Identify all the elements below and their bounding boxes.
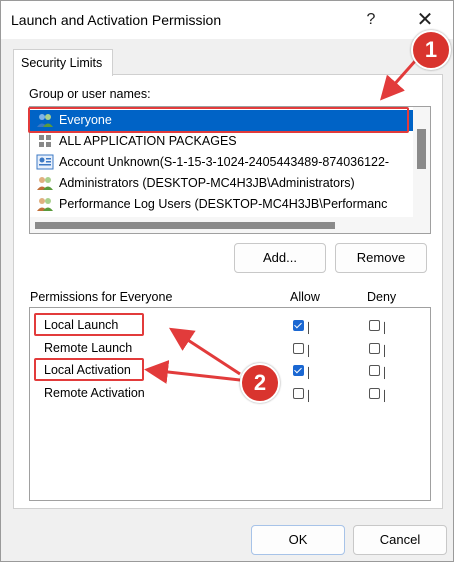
annotation-arrows xyxy=(144,59,418,384)
arrow-to-everyone xyxy=(380,59,418,101)
arrow-to-local-activation xyxy=(144,360,241,384)
tab-security-limits[interactable]: Security Limits xyxy=(13,49,113,76)
tab-label: Security Limits xyxy=(21,56,103,70)
step-badge-2: 2 xyxy=(240,363,280,403)
arrow-to-local-launch xyxy=(168,327,241,376)
step-badge-1: 1 xyxy=(411,30,451,70)
